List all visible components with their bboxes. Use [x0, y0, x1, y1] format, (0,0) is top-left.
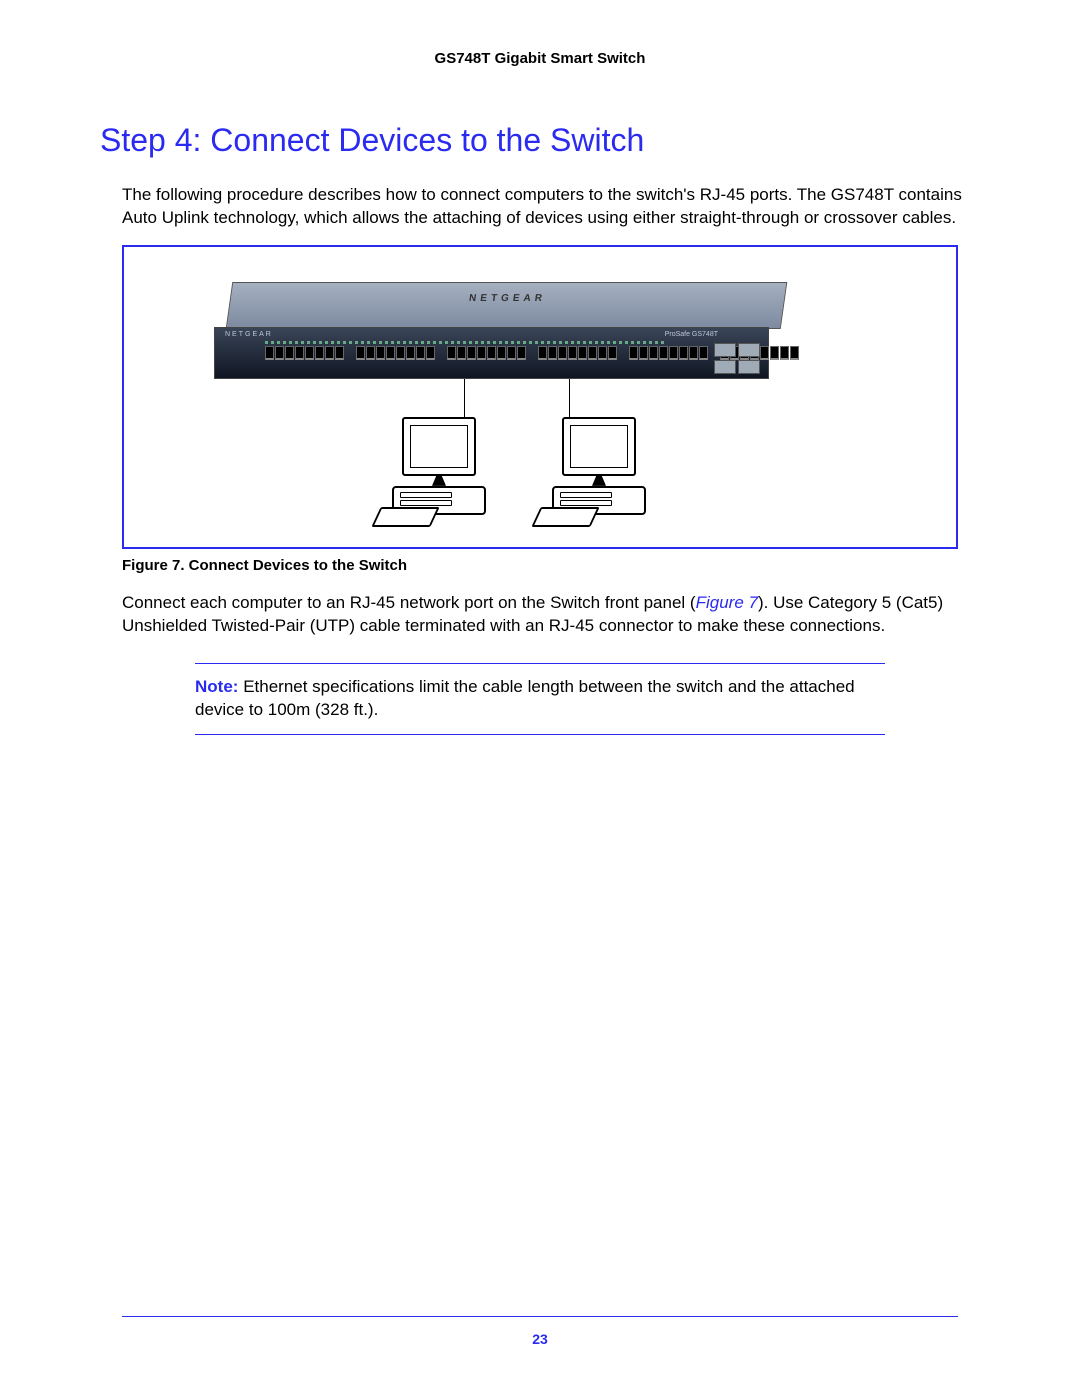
section-heading: Step 4: Connect Devices to the Switch — [100, 122, 980, 159]
computer-icon — [544, 417, 654, 515]
footer-divider — [122, 1316, 958, 1317]
intro-paragraph: The following procedure describes how to… — [122, 184, 980, 230]
switch-brand-front: NETGEAR — [225, 331, 273, 338]
para-text: Connect each computer to an RJ-45 networ… — [122, 593, 696, 612]
document-header: GS748T Gigabit Smart Switch — [100, 50, 980, 67]
note-block: Note: Ethernet specifications limit the … — [195, 663, 885, 735]
figure-reference-link[interactable]: Figure 7 — [696, 593, 758, 612]
figure-caption: Figure 7. Connect Devices to the Switch — [122, 557, 980, 574]
led-strip-icon — [265, 341, 665, 344]
switch-model-label: ProSafe GS748T — [665, 331, 718, 338]
page: GS748T Gigabit Smart Switch Step 4: Conn… — [0, 0, 1080, 1397]
note-label: Note: — [195, 677, 238, 696]
switch-brand-top: NETGEAR — [230, 293, 785, 304]
instruction-paragraph: Connect each computer to an RJ-45 networ… — [122, 592, 980, 638]
page-number: 23 — [0, 1331, 1080, 1347]
computer-icon — [384, 417, 494, 515]
switch-front-panel: NETGEAR ProSafe GS748T — [214, 327, 769, 379]
figure-frame: NETGEAR NETGEAR ProSafe GS748T — [122, 245, 958, 549]
note-text: Ethernet specifications limit the cable … — [195, 677, 855, 719]
switch-top-panel: NETGEAR — [226, 282, 788, 329]
sfp-slots-icon — [712, 343, 760, 374]
switch-illustration: NETGEAR NETGEAR ProSafe GS748T — [214, 282, 784, 382]
